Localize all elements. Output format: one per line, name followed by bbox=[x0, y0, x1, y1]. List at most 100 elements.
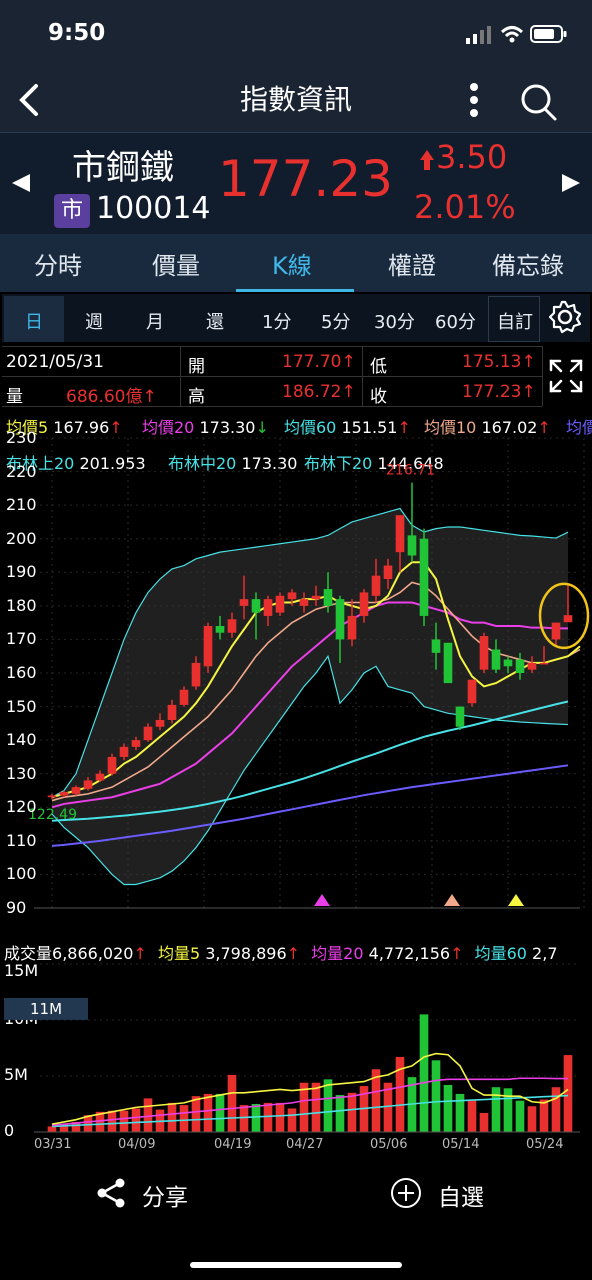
tab-intraday[interactable]: 分時 bbox=[34, 246, 82, 281]
period-30min[interactable]: 30分 bbox=[374, 308, 415, 334]
info-high-label: 高 bbox=[188, 387, 205, 407]
period-5min[interactable]: 5分 bbox=[321, 308, 350, 334]
vol-tick-label: 0 bbox=[4, 1121, 14, 1140]
info-date: 2021/05/31 bbox=[6, 352, 104, 372]
price-tick-label: 220 bbox=[6, 461, 37, 481]
candle-body bbox=[203, 626, 213, 667]
date-tick-label: 05/14 bbox=[442, 1137, 479, 1152]
right-triangle-icon[interactable] bbox=[560, 172, 582, 194]
price-tick-label: 170 bbox=[6, 629, 37, 649]
volume-bar bbox=[419, 1014, 429, 1132]
period-1min[interactable]: 1分 bbox=[262, 308, 291, 334]
signal-triangle bbox=[314, 894, 330, 906]
share-icon[interactable] bbox=[96, 1178, 126, 1208]
candle-body bbox=[311, 595, 321, 600]
info-vol: 686.60億↑ bbox=[66, 387, 157, 407]
period-day[interactable]: 日 bbox=[25, 308, 43, 334]
kline-chart[interactable]: 216.71122.49 bbox=[0, 430, 592, 930]
period-adjusted[interactable]: 還 bbox=[206, 308, 224, 334]
candle-body bbox=[455, 706, 465, 727]
info-close-label: 收 bbox=[370, 387, 387, 407]
stock-name: 市鋼鐵 bbox=[72, 148, 174, 188]
candle-body bbox=[131, 740, 141, 747]
volume-bar bbox=[239, 1105, 249, 1132]
price-tick-label: 200 bbox=[6, 528, 37, 548]
tab-kline[interactable]: K線 bbox=[272, 246, 312, 281]
price-tick-label: 100 bbox=[6, 864, 37, 884]
date-tick-label: 05/06 bbox=[370, 1137, 407, 1152]
tab-memo[interactable]: 備忘錄 bbox=[492, 246, 564, 281]
period-60min[interactable]: 60分 bbox=[435, 308, 476, 334]
expand-icon[interactable] bbox=[548, 358, 584, 394]
grid-line bbox=[2, 346, 542, 347]
wifi-icon bbox=[500, 26, 524, 43]
vol-tick-label: 5M bbox=[4, 1065, 28, 1084]
date-tick-label: 05/24 bbox=[526, 1137, 563, 1152]
candle-body bbox=[71, 787, 81, 794]
volume-bar bbox=[527, 1106, 537, 1132]
date-tick-label: 04/27 bbox=[286, 1137, 323, 1152]
candle-body bbox=[107, 756, 117, 774]
candle-body bbox=[155, 720, 165, 727]
vol-ma20-line bbox=[51, 1077, 568, 1127]
volume-bar bbox=[503, 1088, 513, 1132]
price-tick-label: 150 bbox=[6, 696, 37, 716]
tab-price-volume[interactable]: 價量 bbox=[152, 246, 200, 281]
price-tick-label: 160 bbox=[6, 663, 37, 682]
left-triangle-icon[interactable] bbox=[10, 172, 32, 194]
period-month[interactable]: 月 bbox=[146, 308, 164, 334]
candle-body bbox=[47, 795, 57, 798]
volume-bar bbox=[539, 1099, 549, 1132]
tab-warrants[interactable]: 權證 bbox=[388, 246, 436, 281]
volume-bar bbox=[203, 1093, 213, 1132]
candle-body bbox=[143, 726, 153, 741]
gear-icon[interactable] bbox=[548, 300, 582, 334]
price-tick-label: 210 bbox=[6, 495, 37, 515]
candle-body bbox=[539, 662, 549, 665]
candle-body bbox=[179, 689, 189, 705]
price-tick-label: 190 bbox=[6, 562, 37, 582]
period-week[interactable]: 週 bbox=[85, 308, 103, 334]
candle-body bbox=[563, 615, 573, 623]
candle-body bbox=[503, 659, 513, 667]
add-circle-icon[interactable] bbox=[390, 1177, 422, 1209]
candle-body bbox=[359, 592, 369, 616]
volume-bar bbox=[491, 1087, 501, 1132]
price-tick-label: 90 bbox=[6, 898, 27, 917]
volume-bar bbox=[467, 1099, 477, 1132]
max-price-label: 216.71 bbox=[386, 463, 435, 479]
grid-line bbox=[542, 346, 543, 406]
candle-body bbox=[419, 538, 429, 616]
candle-body bbox=[323, 589, 333, 606]
price-tick-label: 180 bbox=[6, 595, 37, 615]
volume-bar bbox=[323, 1079, 333, 1132]
candle-body bbox=[395, 515, 405, 553]
candle-body bbox=[59, 792, 69, 796]
volume-bar bbox=[455, 1093, 465, 1132]
price-tick-label: 130 bbox=[6, 763, 37, 783]
vol-tick-label: 15M bbox=[4, 961, 38, 980]
watchlist-button[interactable]: 自選 bbox=[438, 1178, 484, 1212]
volume-bar bbox=[251, 1104, 261, 1132]
info-low-label: 低 bbox=[370, 357, 387, 377]
search-icon[interactable] bbox=[518, 82, 558, 122]
share-button[interactable]: 分享 bbox=[142, 1178, 188, 1212]
candle-body bbox=[443, 642, 453, 684]
candle-body bbox=[551, 622, 561, 640]
signal-triangle bbox=[444, 894, 460, 906]
volume-bar bbox=[179, 1105, 189, 1132]
date-tick-label: 03/31 bbox=[34, 1137, 71, 1152]
volume-bar bbox=[335, 1095, 345, 1132]
more-vert-icon[interactable] bbox=[464, 82, 484, 118]
volume-chart[interactable]: 15M10M5M011M03/3104/0904/1904/2705/0605/… bbox=[0, 960, 592, 1160]
candle-body bbox=[431, 639, 441, 653]
period-custom[interactable]: 自訂 bbox=[497, 308, 533, 334]
candle-body bbox=[263, 599, 273, 616]
bottom-action-bar bbox=[0, 1160, 592, 1230]
grid-line bbox=[362, 346, 363, 406]
bollinger-band-fill bbox=[52, 508, 568, 885]
candle-body bbox=[479, 636, 489, 670]
price-change-percent: 2.01% bbox=[414, 188, 516, 226]
vol-tag-label: 11M bbox=[30, 1000, 62, 1018]
volume-bar bbox=[47, 1126, 57, 1132]
